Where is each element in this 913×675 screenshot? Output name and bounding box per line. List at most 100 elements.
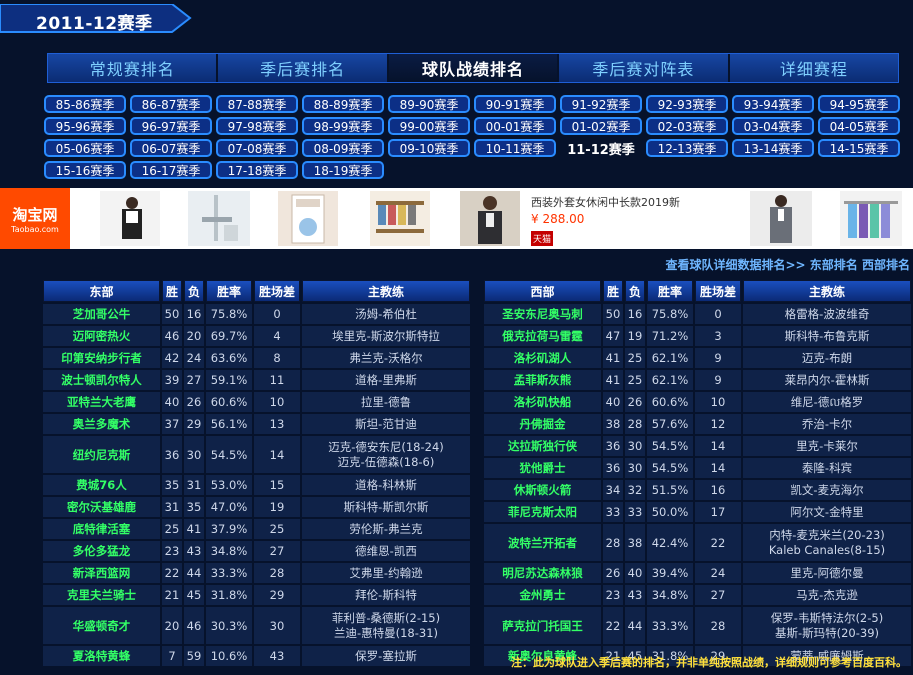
ad-banner[interactable]: 淘宝网 Taobao.com 西装外套女休闲中长款2019新 ¥ 288.00 …: [0, 188, 913, 249]
tab-schedule[interactable]: 详细赛程: [729, 54, 899, 82]
season-button[interactable]: 07-08赛季: [216, 139, 298, 157]
team-name[interactable]: 华盛顿奇才: [43, 607, 160, 644]
games-behind: 14: [695, 436, 741, 456]
season-button[interactable]: 06-07赛季: [130, 139, 212, 157]
season-button[interactable]: 98-99赛季: [302, 117, 384, 135]
season-button[interactable]: 99-00赛季: [388, 117, 470, 135]
season-button[interactable]: 09-10赛季: [388, 139, 470, 157]
coach-name: 斯坦-范甘迪: [355, 416, 417, 431]
tab-team-record-ranking[interactable]: 球队战绩排名: [388, 54, 560, 82]
season-button[interactable]: 89-90赛季: [388, 95, 470, 113]
season-button[interactable]: 02-03赛季: [646, 117, 728, 135]
games-behind: 14: [695, 458, 741, 478]
coach-cell: 莱昂内尔-霍林斯: [743, 370, 911, 390]
team-name[interactable]: 洛杉矶快船: [484, 392, 601, 412]
win-pct: 31.8%: [206, 585, 252, 605]
team-name[interactable]: 新泽西篮网: [43, 563, 160, 583]
season-button[interactable]: 04-05赛季: [818, 117, 900, 135]
team-name[interactable]: 亚特兰大老鹰: [43, 392, 160, 412]
ad-product-image[interactable]: [460, 191, 520, 246]
team-name[interactable]: 印第安纳步行者: [43, 348, 160, 368]
season-button[interactable]: 95-96赛季: [44, 117, 126, 135]
team-name[interactable]: 休斯顿火箭: [484, 480, 601, 500]
coach-name: 弗兰克-沃格尔: [349, 350, 423, 365]
season-button[interactable]: 97-98赛季: [216, 117, 298, 135]
season-button[interactable]: 91-92赛季: [560, 95, 642, 113]
tab-playoff-ranking[interactable]: 季后赛排名: [218, 54, 389, 82]
team-name[interactable]: 多伦多猛龙: [43, 541, 160, 561]
east-standings-table: 东部 胜 负 胜率 胜场差 主教练 芝加哥公牛 50 16 75.8% 0 汤姆-希伯杜迈…: [41, 278, 472, 668]
team-name[interactable]: 圣安东尼奥马刺: [484, 304, 601, 324]
loss-header: 负: [184, 280, 204, 302]
ad-product-image[interactable]: [840, 191, 902, 246]
team-name[interactable]: 奥兰多魔术: [43, 414, 160, 434]
east-ranking-link[interactable]: 东部排名: [810, 258, 858, 272]
season-button[interactable]: 96-97赛季: [130, 117, 212, 135]
team-name[interactable]: 孟菲斯灰熊: [484, 370, 601, 390]
season-button[interactable]: 03-04赛季: [732, 117, 814, 135]
season-button[interactable]: 92-93赛季: [646, 95, 728, 113]
coach-cell: 内特-麦克米兰(20-23) Kaleb Canales(8-15): [743, 524, 911, 561]
tab-playoff-bracket[interactable]: 季后赛对阵表: [559, 54, 730, 82]
team-name[interactable]: 达拉斯独行侠: [484, 436, 601, 456]
season-button[interactable]: 11-12赛季: [560, 139, 642, 158]
team-name[interactable]: 菲尼克斯太阳: [484, 502, 601, 522]
win-pct: 54.5%: [647, 436, 693, 456]
season-button[interactable]: 10-11赛季: [474, 139, 556, 157]
season-button[interactable]: 15-16赛季: [44, 161, 126, 179]
team-name[interactable]: 费城76人: [43, 475, 160, 495]
season-button[interactable]: 12-13赛季: [646, 139, 728, 157]
season-button[interactable]: 85-86赛季: [44, 95, 126, 113]
season-button[interactable]: 13-14赛季: [732, 139, 814, 157]
season-button[interactable]: 01-02赛季: [560, 117, 642, 135]
team-name[interactable]: 波士顿凯尔特人: [43, 370, 160, 390]
team-name[interactable]: 密尔沃基雄鹿: [43, 497, 160, 517]
team-name[interactable]: 芝加哥公牛: [43, 304, 160, 324]
season-button[interactable]: 94-95赛季: [818, 95, 900, 113]
team-name[interactable]: 纽约尼克斯: [43, 436, 160, 473]
west-ranking-link[interactable]: 西部排名: [862, 258, 910, 272]
ad-product-image[interactable]: [750, 191, 812, 246]
team-name[interactable]: 夏洛特黄蜂: [43, 646, 160, 666]
tab-regular-season[interactable]: 常规赛排名: [48, 54, 219, 82]
ad-product-image[interactable]: [100, 191, 160, 246]
detail-ranking-link[interactable]: 查看球队详细数据排名>>: [665, 258, 805, 272]
coach-name: 维尼-德ល格罗: [790, 394, 864, 409]
taobao-logo[interactable]: 淘宝网 Taobao.com: [0, 188, 70, 249]
team-name[interactable]: 萨克拉门托国王: [484, 607, 601, 644]
ad-caption[interactable]: 西装外套女休闲中长款2019新: [531, 194, 680, 210]
season-button[interactable]: 08-09赛季: [302, 139, 384, 157]
team-name[interactable]: 犹他爵士: [484, 458, 601, 478]
loss-header: 负: [625, 280, 645, 302]
season-button[interactable]: 05-06赛季: [44, 139, 126, 157]
season-button[interactable]: 14-15赛季: [818, 139, 900, 157]
season-button[interactable]: 17-18赛季: [216, 161, 298, 179]
ad-product-image[interactable]: [370, 191, 430, 246]
season-button[interactable]: 00-01赛季: [474, 117, 556, 135]
team-name[interactable]: 丹佛掘金: [484, 414, 601, 434]
team-name[interactable]: 底特律活塞: [43, 519, 160, 539]
win-pct: 75.8%: [206, 304, 252, 324]
season-button[interactable]: 16-17赛季: [130, 161, 212, 179]
ad-product-image[interactable]: [188, 191, 250, 246]
team-name[interactable]: 俄克拉荷马雷霆: [484, 326, 601, 346]
team-name[interactable]: 明尼苏达森林狼: [484, 563, 601, 583]
season-button[interactable]: 93-94赛季: [732, 95, 814, 113]
season-button[interactable]: 18-19赛季: [302, 161, 384, 179]
season-button[interactable]: 87-88赛季: [216, 95, 298, 113]
team-name[interactable]: 波特兰开拓者: [484, 524, 601, 561]
season-button[interactable]: 90-91赛季: [474, 95, 556, 113]
wins: 46: [162, 326, 182, 346]
season-button[interactable]: 88-89赛季: [302, 95, 384, 113]
season-button[interactable]: 86-87赛季: [130, 95, 212, 113]
team-name[interactable]: 金州勇士: [484, 585, 601, 605]
coach-cell: 阿尔文-金特里: [743, 502, 911, 522]
ad-product-image[interactable]: [278, 191, 338, 246]
coach-cell: 迈克-布朗: [743, 348, 911, 368]
table-row: 密尔沃基雄鹿 31 35 47.0% 19 斯科特-斯凯尔斯: [43, 497, 470, 517]
team-name[interactable]: 克里夫兰骑士: [43, 585, 160, 605]
team-name[interactable]: 洛杉矶湖人: [484, 348, 601, 368]
conference-header: 西部: [484, 280, 601, 302]
team-name[interactable]: 迈阿密热火: [43, 326, 160, 346]
coach-name: Kaleb Canales(8-15): [768, 542, 886, 557]
